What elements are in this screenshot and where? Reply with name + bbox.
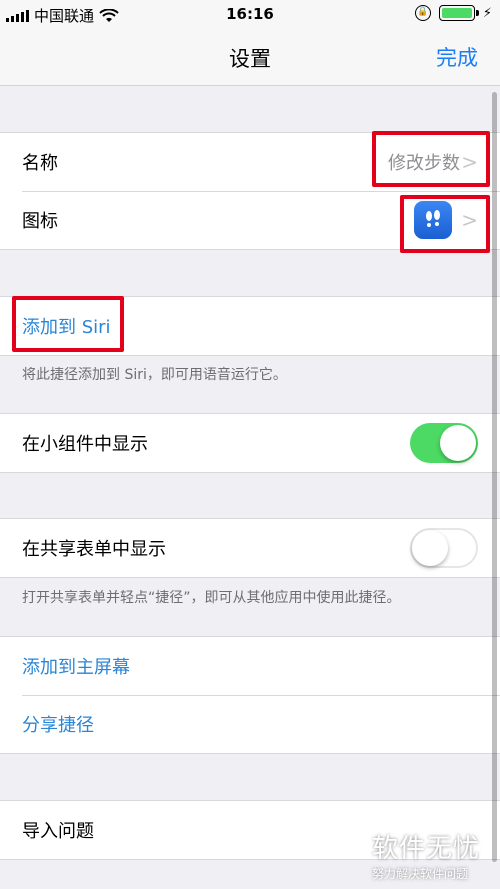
siri-footer: 将此捷径添加到 Siri，即可用语音运行它。 — [22, 367, 287, 383]
status-bar: 中国联通 16:16 🔒 ⚡ — [0, 0, 500, 30]
scrollbar[interactable] — [492, 92, 497, 862]
widget-toggle[interactable] — [410, 423, 478, 463]
nav-bar: 设置 完成 — [0, 30, 500, 86]
share-shortcut-row[interactable]: 分享捷径 — [0, 695, 500, 753]
share-sheet-footer: 打开共享表单并轻点“捷径”，即可从其他应用中使用此捷径。 — [22, 590, 401, 606]
name-label: 名称 — [22, 153, 58, 174]
status-right: 🔒 ⚡ — [414, 5, 492, 21]
share-shortcut-label: 分享捷径 — [22, 715, 94, 736]
charging-icon: ⚡ — [482, 5, 492, 21]
share-sheet-group: 在共享表单中显示 — [0, 518, 500, 578]
widget-group: 在小组件中显示 — [0, 413, 500, 473]
actions-group: 添加到主屏幕 分享捷径 — [0, 636, 500, 754]
done-button[interactable]: 完成 — [436, 42, 478, 72]
share-sheet-label: 在共享表单中显示 — [22, 539, 166, 560]
annotation-box-icon — [400, 195, 490, 253]
page-title: 设置 — [229, 47, 271, 71]
share-sheet-row: 在共享表单中显示 — [0, 519, 500, 577]
add-to-home-label: 添加到主屏幕 — [22, 657, 130, 678]
widget-row: 在小组件中显示 — [0, 414, 500, 472]
watermark: 软件无忧 努力解决软件问题 — [372, 828, 500, 889]
icon-label: 图标 — [22, 211, 58, 232]
watermark-sub: 努力解决软件问题 — [372, 867, 469, 881]
annotation-box-siri — [12, 296, 124, 352]
orientation-lock-icon: 🔒 — [414, 5, 431, 21]
battery-icon — [438, 5, 479, 21]
import-label: 导入问题 — [22, 821, 94, 842]
add-to-home-row[interactable]: 添加到主屏幕 — [0, 637, 500, 695]
annotation-box-name — [372, 131, 490, 187]
share-sheet-toggle[interactable] — [410, 528, 478, 568]
widget-label: 在小组件中显示 — [22, 434, 148, 455]
watermark-main: 软件无忧 — [372, 834, 481, 864]
